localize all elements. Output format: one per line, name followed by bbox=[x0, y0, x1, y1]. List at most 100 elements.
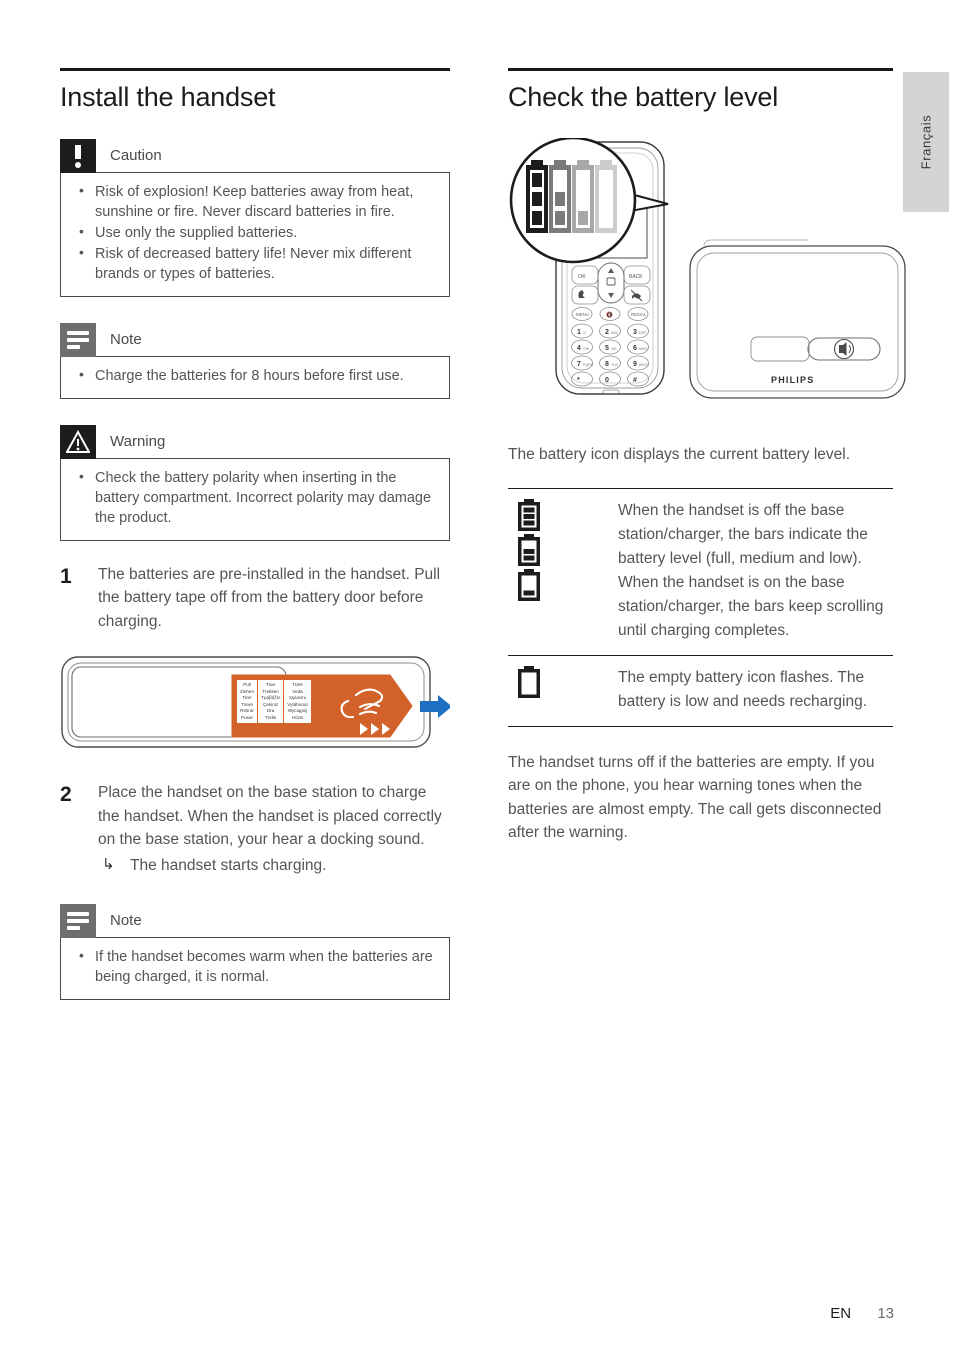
svg-text:*: * bbox=[577, 377, 580, 384]
note-top-body: Charge the batteries for 8 hours before … bbox=[60, 355, 450, 399]
svg-text:GHI: GHI bbox=[583, 347, 589, 351]
svg-text:DEF: DEF bbox=[639, 331, 647, 335]
language-tab-label: Français bbox=[918, 114, 934, 170]
tape-word: Удалить bbox=[288, 695, 307, 701]
svg-text:ABC: ABC bbox=[611, 331, 619, 335]
svg-text:MNO: MNO bbox=[639, 347, 648, 351]
manual-page: Install the handset Caution Risk of expl… bbox=[0, 0, 954, 1350]
left-column: Install the handset Caution Risk of expl… bbox=[60, 68, 452, 1000]
battery-level-table: When the handset is off the base station… bbox=[508, 488, 893, 727]
svg-text:MENU: MENU bbox=[576, 312, 589, 317]
battery-medium-icon bbox=[518, 533, 540, 566]
step-1-number: 1 bbox=[60, 564, 72, 588]
battery-row-2-description: The empty battery icon flashes. The batt… bbox=[618, 669, 868, 711]
battery-icons-cell bbox=[508, 488, 618, 655]
table-row: When the handset is off the base station… bbox=[508, 488, 893, 655]
list-item: Risk of decreased battery life! Never mi… bbox=[73, 243, 435, 284]
step-2-number: 2 bbox=[60, 783, 72, 807]
svg-text:4: 4 bbox=[577, 345, 581, 352]
note-lines-icon bbox=[60, 322, 96, 357]
note-bottom-header: Note bbox=[60, 903, 450, 938]
svg-text:3: 3 bbox=[633, 329, 637, 336]
svg-text:7: 7 bbox=[577, 361, 581, 368]
svg-text:BACK: BACK bbox=[629, 274, 643, 280]
svg-text:8: 8 bbox=[605, 361, 609, 368]
tape-multilingual-label: Pull Ziehen Tirer Tirare Retirar Puxar T… bbox=[236, 679, 312, 725]
list-item: Check the battery polarity when insertin… bbox=[73, 467, 435, 528]
tape-label-column: Tirar Trekken Τραβήξτε Çekiniz Dra Trekk bbox=[258, 680, 285, 724]
step-1-text: The batteries are pre-installed in the h… bbox=[98, 565, 441, 630]
phone-illustration: PHILIPS PHILIPS OK BACK bbox=[508, 136, 908, 453]
battery-door-illustration: Pull Ziehen Tirer Tirare Retirar Puxar T… bbox=[60, 651, 452, 759]
svg-text:REDIAL: REDIAL bbox=[631, 312, 647, 317]
battery-empty-icon bbox=[518, 666, 540, 699]
step-2-text: Place the handset on the base station to… bbox=[98, 784, 442, 849]
tape-label-column: Pull Ziehen Tirer Tirare Retirar Puxar bbox=[237, 680, 259, 724]
svg-text:0: 0 bbox=[605, 377, 609, 384]
note-callout-bottom: Note If the handset becomes warm when th… bbox=[60, 903, 450, 1000]
battery-full-icon bbox=[518, 498, 540, 531]
svg-text:WXYZ: WXYZ bbox=[639, 363, 650, 367]
svg-text:6: 6 bbox=[633, 345, 637, 352]
svg-text:🔇: 🔇 bbox=[606, 312, 613, 319]
tape-word: Retirar bbox=[240, 708, 254, 714]
battery-closing-text: The handset turns off if the batteries a… bbox=[508, 754, 882, 841]
warning-callout: Warning Check the battery polarity when … bbox=[60, 424, 450, 541]
list-item: Charge the batteries for 8 hours before … bbox=[73, 365, 435, 386]
caution-body: Risk of explosion! Keep batteries away f… bbox=[60, 171, 450, 297]
list-item: Use only the supplied batteries. bbox=[73, 222, 435, 243]
tape-word: Τραβήξτε bbox=[261, 695, 281, 701]
step-1: 1 The batteries are pre-installed in the… bbox=[60, 563, 450, 634]
warning-header: Warning bbox=[60, 424, 450, 459]
note-top-header: Note bbox=[60, 322, 450, 357]
step-2-result: ↳ The handset starts charging. bbox=[98, 854, 450, 878]
svg-text:#: # bbox=[633, 377, 637, 384]
page-title-install-handset: Install the handset bbox=[60, 82, 276, 112]
tape-word: Húzni bbox=[291, 714, 304, 720]
language-tab-francais: Français bbox=[903, 72, 949, 212]
battery-icons-cell bbox=[508, 656, 618, 727]
step-2-result-text: The handset starts charging. bbox=[130, 856, 327, 874]
note-top-label: Note bbox=[110, 331, 142, 349]
svg-text:5: 5 bbox=[605, 345, 609, 352]
page-footer: EN 13 bbox=[0, 1305, 894, 1322]
table-row: The empty battery icon flashes. The batt… bbox=[508, 655, 893, 727]
note-bottom-body: If the handset becomes warm when the bat… bbox=[60, 936, 450, 1000]
list-item: Risk of explosion! Keep batteries away f… bbox=[73, 181, 435, 222]
list-item: If the handset becomes warm when the bat… bbox=[73, 946, 435, 987]
footer-page-number: 13 bbox=[877, 1305, 894, 1322]
svg-text:2: 2 bbox=[605, 329, 609, 336]
svg-text:9: 9 bbox=[633, 361, 637, 368]
tape-word: Puxar bbox=[241, 714, 254, 720]
svg-text:PQRS: PQRS bbox=[583, 363, 594, 367]
svg-text:PHILIPS: PHILIPS bbox=[771, 375, 814, 385]
battery-low-icon bbox=[518, 568, 540, 601]
warning-label: Warning bbox=[110, 433, 166, 451]
battery-description-cell: When the handset is off the base station… bbox=[618, 488, 893, 655]
caution-callout: Caution Risk of explosion! Keep batterie… bbox=[60, 138, 450, 297]
battery-description-cell: The empty battery icon flashes. The batt… bbox=[618, 656, 893, 727]
note-lines-icon bbox=[60, 903, 96, 938]
tape-word: Wyciągnij bbox=[287, 708, 308, 714]
step-2: 2 Place the handset on the base station … bbox=[60, 781, 450, 877]
svg-text:⊡: ⊡ bbox=[583, 331, 586, 335]
page-title-check-battery: Check the battery level bbox=[508, 82, 779, 112]
caution-label: Caution bbox=[110, 147, 162, 165]
right-heading-rule bbox=[508, 68, 893, 71]
svg-text:JKL: JKL bbox=[611, 347, 617, 351]
warning-triangle-icon bbox=[60, 424, 96, 459]
footer-language: EN bbox=[830, 1305, 852, 1322]
note-bottom-label: Note bbox=[110, 912, 142, 930]
exclamation-icon bbox=[60, 138, 96, 173]
tape-word: Trekk bbox=[264, 714, 277, 720]
battery-row-1-description: When the handset is off the base station… bbox=[618, 501, 884, 640]
warning-body: Check the battery polarity when insertin… bbox=[60, 457, 450, 541]
caution-header: Caution bbox=[60, 138, 450, 173]
tape-label-column: Træk Vedä Удалить Vytáhnout Wyciągnij Hú… bbox=[284, 680, 311, 723]
svg-text:TUV: TUV bbox=[611, 363, 619, 367]
svg-text:1: 1 bbox=[577, 329, 581, 336]
result-arrow-icon: ↳ bbox=[102, 855, 115, 873]
note-callout-top: Note Charge the batteries for 8 hours be… bbox=[60, 322, 450, 399]
left-heading-rule bbox=[60, 68, 450, 71]
svg-text:OK: OK bbox=[578, 274, 586, 280]
